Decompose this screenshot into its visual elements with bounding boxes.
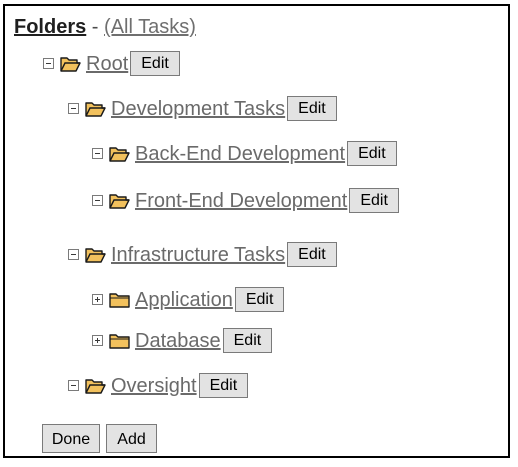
folder-link-application[interactable]: Application xyxy=(135,288,233,312)
collapse-toggle-icon[interactable] xyxy=(68,249,79,260)
tree-node-development-tasks: Development Tasks Edit xyxy=(68,96,337,121)
folder-link-database[interactable]: Database xyxy=(135,329,221,353)
all-tasks-link[interactable]: (All Tasks) xyxy=(104,16,196,38)
tree-node-application: Application Edit xyxy=(92,287,285,312)
open-folder-icon xyxy=(85,101,106,117)
tree-node-root: Root Edit xyxy=(43,51,180,76)
folder-link-infrastructure-tasks[interactable]: Infrastructure Tasks xyxy=(111,243,285,267)
collapse-toggle-icon[interactable] xyxy=(68,103,79,114)
tree-node-oversight: Oversight Edit xyxy=(68,373,249,398)
folder-link-development-tasks[interactable]: Development Tasks xyxy=(111,97,285,121)
tree-node-front-end-development: Front-End Development Edit xyxy=(92,188,399,213)
closed-folder-icon xyxy=(109,333,130,349)
edit-button-infrastructure-tasks[interactable]: Edit xyxy=(287,242,337,267)
expand-toggle-icon[interactable] xyxy=(92,335,103,346)
tree-node-infrastructure-tasks: Infrastructure Tasks Edit xyxy=(68,242,337,267)
header-separator: - xyxy=(86,16,105,38)
open-folder-icon xyxy=(85,378,106,394)
folders-title: Folders xyxy=(14,16,87,38)
add-button[interactable]: Add xyxy=(106,424,157,453)
open-folder-icon xyxy=(109,193,130,209)
collapse-toggle-icon[interactable] xyxy=(92,148,103,159)
open-folder-icon xyxy=(60,56,81,72)
panel-header: Folders - (All Tasks) xyxy=(14,16,196,38)
folder-link-back-end-development[interactable]: Back-End Development xyxy=(135,142,345,166)
open-folder-icon xyxy=(85,247,106,263)
closed-folder-icon xyxy=(109,292,130,308)
collapse-toggle-icon[interactable] xyxy=(68,380,79,391)
folder-link-oversight[interactable]: Oversight xyxy=(111,374,197,398)
edit-button-back-end-development[interactable]: Edit xyxy=(347,141,397,166)
done-button[interactable]: Done xyxy=(42,424,100,453)
collapse-toggle-icon[interactable] xyxy=(43,58,54,69)
edit-button-root[interactable]: Edit xyxy=(130,51,180,76)
folder-link-root[interactable]: Root xyxy=(86,52,128,76)
tree-node-database: Database Edit xyxy=(92,328,273,353)
open-folder-icon xyxy=(109,146,130,162)
edit-button-front-end-development[interactable]: Edit xyxy=(349,188,399,213)
edit-button-oversight[interactable]: Edit xyxy=(198,373,249,398)
collapse-toggle-icon[interactable] xyxy=(92,195,103,206)
edit-button-application[interactable]: Edit xyxy=(234,287,285,312)
folder-link-front-end-development[interactable]: Front-End Development xyxy=(135,189,347,213)
edit-button-development-tasks[interactable]: Edit xyxy=(287,96,337,121)
tree-node-back-end-development: Back-End Development Edit xyxy=(92,141,397,166)
folders-panel: Folders - (All Tasks) Root Edit Developm… xyxy=(3,4,510,458)
expand-toggle-icon[interactable] xyxy=(92,294,103,305)
edit-button-database[interactable]: Edit xyxy=(222,328,273,353)
